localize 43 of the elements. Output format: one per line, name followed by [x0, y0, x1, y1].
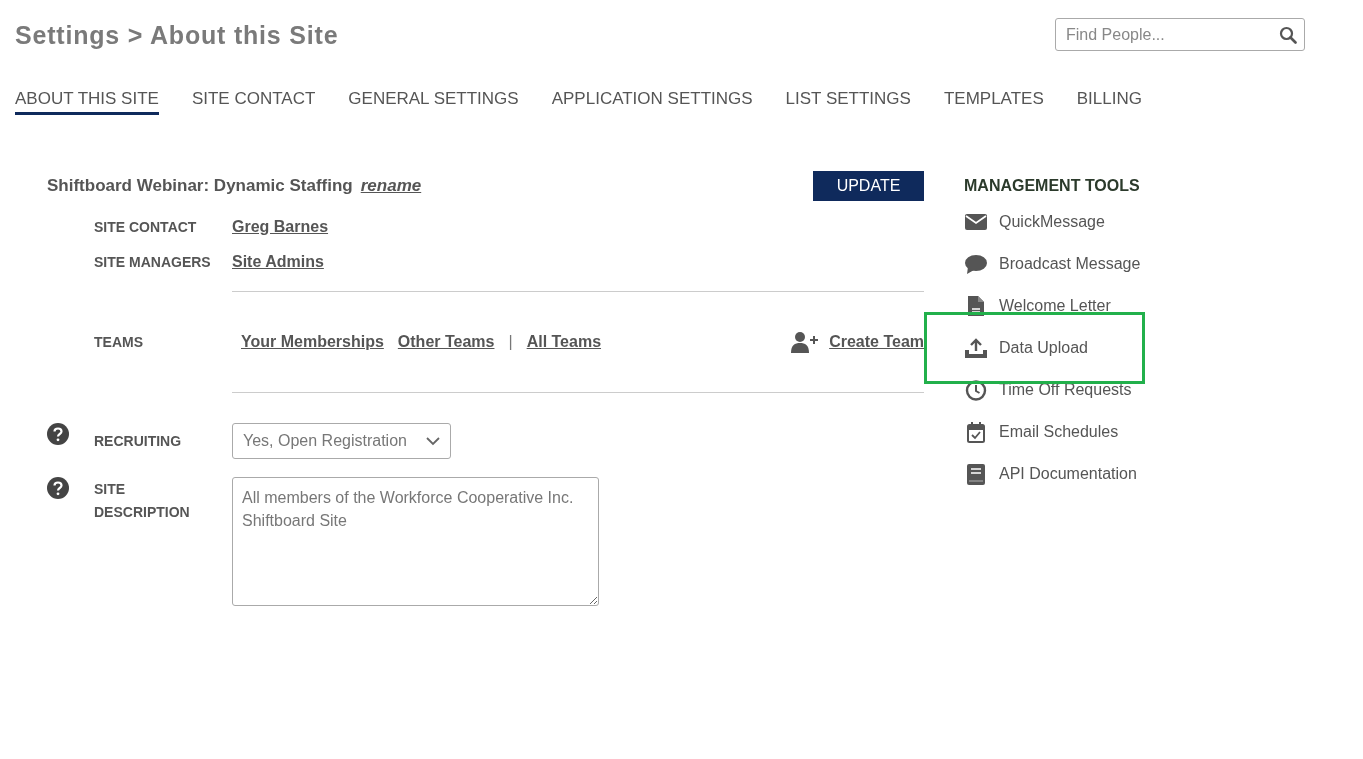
field-label: SITE MANAGERS: [94, 254, 212, 270]
field-label: RECRUITING: [94, 433, 183, 449]
teams-link[interactable]: Other Teams: [397, 333, 495, 351]
nav-tab[interactable]: SITE CONTACT: [191, 89, 316, 115]
field-label: SITE DESCRIPTION: [94, 480, 191, 522]
tool-link[interactable]: API Documentation: [924, 453, 1145, 495]
all-teams-link[interactable]: All Teams: [526, 333, 602, 351]
nav-tab[interactable]: APPLICATION SETTINGS: [551, 89, 753, 115]
rename-link[interactable]: rename: [360, 176, 422, 196]
nav-tab[interactable]: GENERAL SETTINGS: [348, 89, 519, 115]
tool-link[interactable]: Email Schedules: [924, 411, 1145, 453]
upload-icon: [965, 338, 987, 358]
description-field[interactable]: All members of the Workforce Cooperative Inc. Shiftboard Site: [232, 477, 599, 606]
calendar-icon: [965, 421, 987, 443]
speech-bubble-icon: [965, 254, 987, 274]
clock-icon: [965, 379, 987, 401]
teams-link[interactable]: Your Memberships: [241, 333, 384, 351]
create-team-link[interactable]: Create Team: [829, 333, 924, 351]
nav-tab[interactable]: ABOUT THIS SITE: [15, 89, 159, 115]
help-icon[interactable]: [47, 423, 69, 445]
nav-tab[interactable]: LIST SETTINGS: [785, 89, 911, 115]
tool-link[interactable]: QuickMessage: [924, 201, 1145, 243]
nav-tab[interactable]: TEMPLATES: [943, 89, 1044, 115]
page-title: Settings > About this Site: [15, 20, 339, 50]
help-icon[interactable]: [47, 477, 69, 499]
search-icon: [1279, 26, 1297, 44]
book-icon: [965, 463, 987, 485]
section-title: MANAGEMENT TOOLS: [964, 176, 1141, 196]
search-field[interactable]: Find People...: [1055, 18, 1305, 51]
tool-link[interactable]: Broadcast Message: [924, 243, 1145, 285]
site-name: Shiftboard Webinar: Dynamic Staffing: [47, 176, 353, 196]
add-person-icon: [791, 331, 820, 353]
chevron-down-icon: [426, 436, 440, 446]
envelope-icon: [965, 214, 987, 230]
update-button[interactable]: UPDATE: [813, 171, 924, 201]
managers-link[interactable]: Site Admins: [232, 253, 324, 270]
recruiting-dropdown[interactable]: Yes, Open Registration: [232, 423, 451, 459]
highlighted-tool-link[interactable]: Data Upload: [924, 312, 1145, 384]
contact-link[interactable]: Greg Barnes: [232, 218, 329, 235]
field-label: SITE CONTACT: [94, 219, 198, 235]
nav-tab[interactable]: BILLING: [1076, 89, 1142, 115]
separator: |: [508, 333, 513, 351]
field-label: TEAMS: [94, 334, 144, 350]
